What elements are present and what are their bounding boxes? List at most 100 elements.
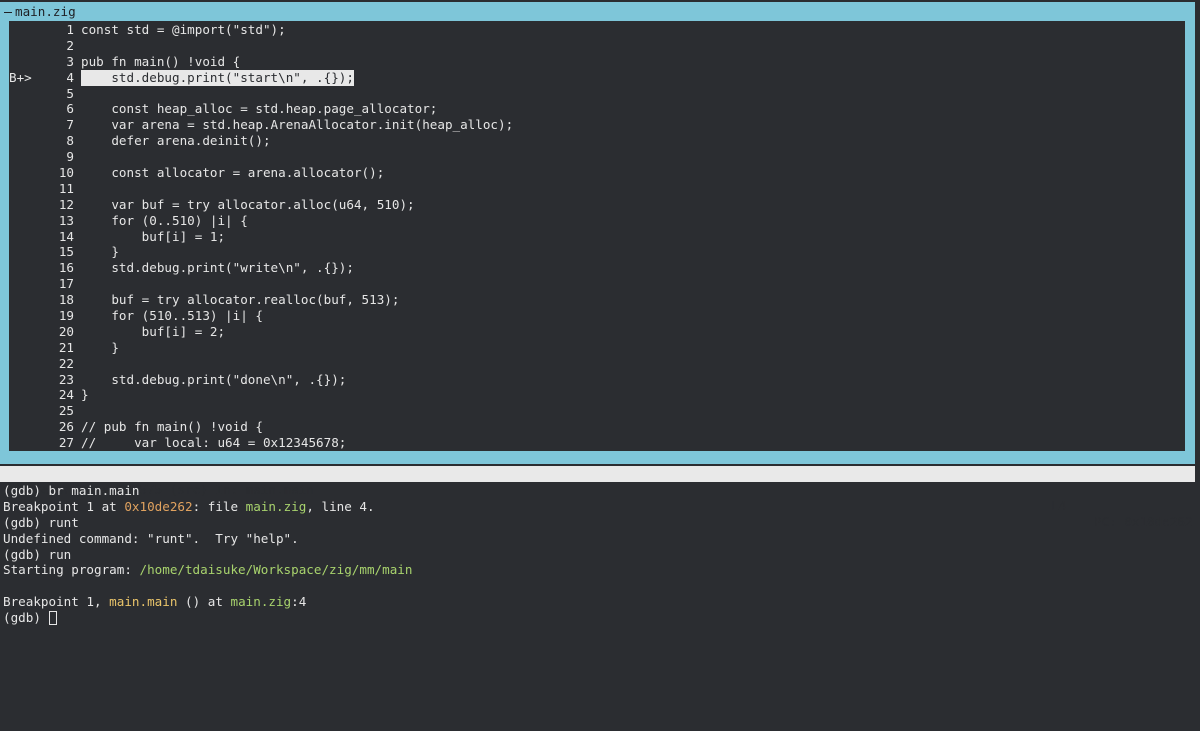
line-number: 5 <box>66 85 74 101</box>
line-code: for (510..513) |i| { <box>81 308 263 324</box>
line-code: const heap_alloc = std.heap.page_allocat… <box>81 101 438 117</box>
line-code: std.debug.print("start\n", .{}); <box>81 69 354 86</box>
source-line: 9 <box>9 149 1185 165</box>
source-line: 6 const heap_alloc = std.heap.page_alloc… <box>9 101 1185 117</box>
console-breakpoint-hit: Breakpoint 1, main.main () at main.zig:4 <box>3 594 1193 610</box>
source-line: 17 <box>9 276 1185 292</box>
line-number: 6 <box>66 101 74 117</box>
line-number: 17 <box>58 276 74 292</box>
console-command-line: (gdb) run <box>3 546 72 562</box>
breakpoint-address: 0x10de262 <box>124 498 193 514</box>
source-line: 19 for (510..513) |i| { <box>9 308 1185 324</box>
line-number: 11 <box>58 180 74 196</box>
line-number: 10 <box>58 165 74 181</box>
console-command-line: (gdb) runt <box>3 514 79 530</box>
console-text: () at <box>177 594 231 610</box>
source-line: 10 const allocator = arena.allocator(); <box>9 165 1185 181</box>
line-number: 7 <box>66 117 74 133</box>
console-prompt-line[interactable]: (gdb) <box>3 610 1193 626</box>
line-code: } <box>81 339 119 355</box>
gdb-prompt: (gdb) <box>3 610 49 626</box>
source-line: 21 } <box>9 340 1185 356</box>
console-text: , line 4. <box>306 498 375 514</box>
line-number: 2 <box>66 37 74 53</box>
text-cursor[interactable] <box>48 611 57 626</box>
line-code: for (0..510) |i| { <box>81 212 248 228</box>
source-line: 24} <box>9 387 1185 403</box>
console-text: Breakpoint 1 at <box>3 498 125 514</box>
source-line: 14 buf[i] = 1; <box>9 229 1185 245</box>
source-line: 18 buf = try allocator.realloc(buf, 513)… <box>9 292 1185 308</box>
source-line: 8 defer arena.deinit(); <box>9 133 1185 149</box>
source-line: 2 <box>9 38 1185 54</box>
breakpoint-function: main.main <box>109 594 178 610</box>
console-text: :4 <box>291 594 307 610</box>
line-code: var arena = std.heap.ArenaAllocator.init… <box>81 117 514 133</box>
line-number: 26 <box>58 419 74 435</box>
line-code: const allocator = arena.allocator(); <box>81 165 385 181</box>
source-line: 7 var arena = std.heap.ArenaAllocator.in… <box>9 117 1185 133</box>
line-number: 20 <box>58 323 74 339</box>
source-line: 23 std.debug.print("done\n", .{}); <box>9 372 1185 388</box>
line-number: 4 <box>66 69 74 85</box>
line-code: std.debug.print("write\n", .{}); <box>81 260 354 276</box>
line-number: 15 <box>58 244 74 260</box>
line-code: var buf = try allocator.alloc(u64, 510); <box>81 196 415 212</box>
source-line: 13 for (0..510) |i| { <box>9 213 1185 229</box>
source-line: 5 <box>9 86 1185 102</box>
code-lines: 1 const std = @import("std"); 2 3 pub fn mai… <box>9 22 1185 451</box>
line-number: 1 <box>66 22 74 37</box>
line-code: // var local: u64 = 0x12345678; <box>81 435 347 451</box>
breakpoint-hit-file: main.zig <box>230 594 292 610</box>
source-line: 15 } <box>9 244 1185 260</box>
source-line: 16 std.debug.print("write\n", .{}); <box>9 260 1185 276</box>
console-breakpoint-set: Breakpoint 1 at 0x10de262: file main.zig… <box>3 499 1193 515</box>
source-line: 12 var buf = try allocator.alloc(u64, 51… <box>9 197 1185 213</box>
line-number: 3 <box>66 53 74 69</box>
program-path: /home/tdaisuke/Workspace/zig/mm/main <box>139 562 413 578</box>
console-text: Breakpoint 1, <box>3 594 110 610</box>
line-number: 23 <box>58 371 74 387</box>
line-code: buf[i] = 2; <box>81 323 226 339</box>
source-line: B+> 4 std.debug.print("start\n", .{}); <box>9 69 1185 86</box>
source-code-pane[interactable]: 1 const std = @import("std"); 2 3 pub fn mai… <box>9 21 1185 451</box>
source-window: main.zig 1 const std = @import("std"); 2 3 p… <box>0 2 1195 464</box>
line-code: std.debug.print("done\n", .{}); <box>81 371 347 387</box>
console-error-message: Undefined command: "runt". Try "help". <box>3 530 299 546</box>
source-line: 11 <box>9 181 1185 197</box>
line-number: 8 <box>66 133 74 149</box>
line-number: 13 <box>58 212 74 228</box>
line-number: 25 <box>58 403 74 419</box>
line-number: 12 <box>58 196 74 212</box>
source-line: 25 <box>9 403 1185 419</box>
source-line: 20 buf[i] = 2; <box>9 324 1185 340</box>
source-line: 26 // pub fn main() !void { <box>9 419 1185 435</box>
breakpoint-marker: B+> <box>9 69 32 85</box>
line-number: 9 <box>66 149 74 165</box>
status-bar: native process 692575 (src) In: main.mai… <box>0 466 1195 529</box>
source-line: 1 const std = @import("std"); <box>9 22 1185 38</box>
line-number: 22 <box>58 355 74 371</box>
source-window-title: main.zig <box>4 4 76 20</box>
line-number: 19 <box>58 308 74 324</box>
source-line: 22 <box>9 356 1185 372</box>
line-code: pub fn main() !void { <box>81 53 241 69</box>
console-starting-program: Starting program: /home/tdaisuke/Workspa… <box>3 562 1193 578</box>
source-line: 27 // var local: u64 = 0x12345678; <box>9 435 1185 451</box>
line-code: buf = try allocator.realloc(buf, 513); <box>81 292 400 308</box>
breakpoint-file: main.zig <box>245 498 307 514</box>
line-code: } <box>81 387 89 403</box>
line-number: 14 <box>58 228 74 244</box>
console-command-line: (gdb) br main.main <box>3 483 140 498</box>
line-number: 21 <box>58 339 74 355</box>
console-text: Starting program: <box>3 562 140 578</box>
line-code: } <box>81 244 119 260</box>
console-text: : file <box>192 498 246 514</box>
gdb-console[interactable]: (gdb) br main.main Breakpoint 1 at 0x10d… <box>3 483 1193 626</box>
line-number: 27 <box>58 435 74 451</box>
source-line: 3 pub fn main() !void { <box>9 54 1185 70</box>
line-code: // pub fn main() !void { <box>81 419 263 435</box>
line-number: 24 <box>58 387 74 403</box>
line-code: defer arena.deinit(); <box>81 133 271 149</box>
